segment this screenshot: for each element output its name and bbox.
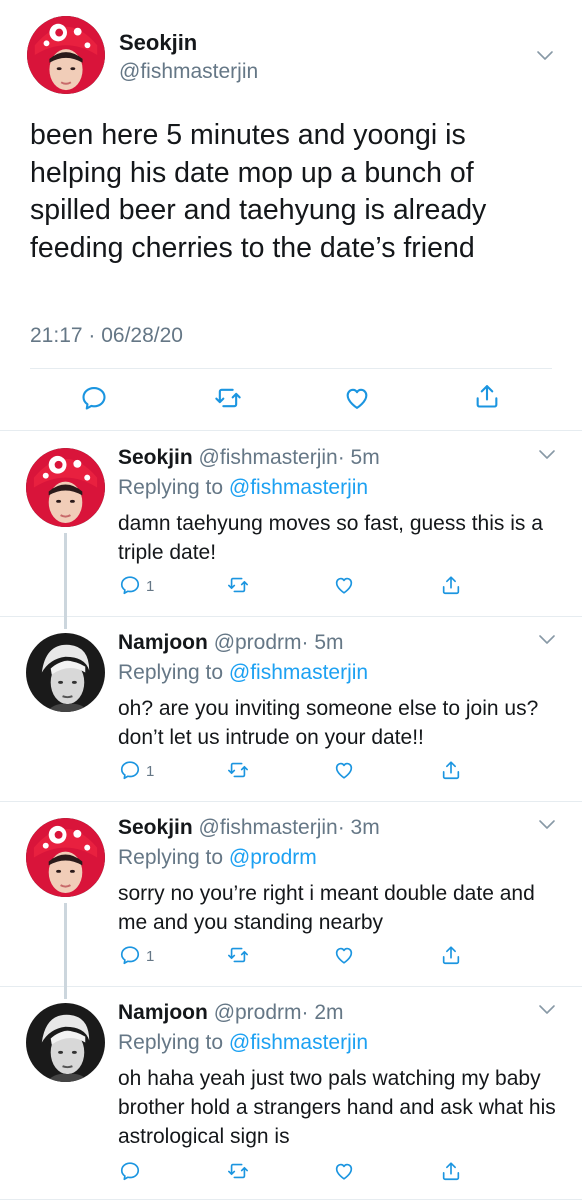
tweet-text: oh haha yeah just two pals watching my b… bbox=[118, 1067, 556, 1148]
avatar-grayscale-icon bbox=[26, 1003, 105, 1082]
display-name[interactable]: Seokjin bbox=[118, 446, 193, 469]
tweet-time: · 3m bbox=[337, 816, 380, 839]
avatar[interactable] bbox=[26, 448, 105, 527]
avatar-grayscale-icon bbox=[26, 633, 105, 712]
replying-to: Replying to @fishmasterjin bbox=[118, 476, 368, 500]
replying-to: Replying to @fishmasterjin bbox=[118, 1031, 368, 1055]
chevron-down-icon[interactable] bbox=[538, 634, 556, 646]
handle[interactable]: @fishmasterjin bbox=[119, 60, 258, 84]
share-icon[interactable] bbox=[440, 1160, 462, 1182]
like-icon[interactable] bbox=[333, 759, 355, 781]
avatar[interactable] bbox=[26, 1003, 105, 1082]
retweet-icon[interactable] bbox=[227, 944, 249, 966]
avatar[interactable] bbox=[27, 16, 105, 94]
tweet-time: · 5m bbox=[337, 446, 380, 469]
display-name[interactable]: Seokjin bbox=[118, 816, 193, 839]
avatar-red-hat-icon bbox=[26, 818, 105, 897]
replying-to-link[interactable]: @fishmasterjin bbox=[229, 1031, 368, 1054]
chevron-down-icon[interactable] bbox=[538, 1004, 556, 1016]
reply-tweet[interactable]: Namjoon @prodrm· 5m Replying to @fishmas… bbox=[0, 616, 582, 802]
replying-prefix: Replying to bbox=[118, 846, 224, 869]
retweet-icon[interactable] bbox=[227, 574, 249, 596]
tweet-text: oh? are you inviting someone else to joi… bbox=[118, 697, 539, 749]
chevron-down-icon[interactable] bbox=[538, 449, 556, 461]
replying-to-link[interactable]: @prodrm bbox=[229, 846, 317, 869]
tweet-time: · 5m bbox=[301, 631, 344, 654]
chevron-down-icon[interactable] bbox=[538, 819, 556, 831]
tweet-text: been here 5 minutes and yoongi is helpin… bbox=[30, 119, 487, 264]
thread-line bbox=[64, 533, 67, 629]
avatar-red-hat-icon bbox=[26, 448, 105, 527]
reply-tweet[interactable]: Seokjin @fishmasterjin· 3m Replying to @… bbox=[0, 801, 582, 999]
share-icon[interactable] bbox=[440, 759, 462, 781]
like-icon[interactable] bbox=[343, 384, 371, 412]
handle[interactable]: @prodrm bbox=[214, 1001, 302, 1024]
like-icon[interactable] bbox=[333, 574, 355, 596]
replying-prefix: Replying to bbox=[118, 476, 224, 499]
replying-to: Replying to @prodrm bbox=[118, 846, 317, 870]
reply-count: 1 bbox=[146, 948, 155, 965]
reply-icon[interactable] bbox=[119, 574, 141, 596]
avatar-red-hat-icon bbox=[27, 16, 105, 94]
handle[interactable]: @prodrm bbox=[214, 631, 302, 654]
display-name[interactable]: Seokjin bbox=[119, 30, 197, 56]
replying-to-link[interactable]: @fishmasterjin bbox=[229, 661, 368, 684]
avatar[interactable] bbox=[26, 633, 105, 712]
replying-to: Replying to @fishmasterjin bbox=[118, 661, 368, 685]
tweet-timestamp[interactable]: 21:17 · 06/28/20 bbox=[30, 324, 183, 348]
tweet-text: damn taehyung moves so fast, guess this … bbox=[118, 512, 543, 564]
reply-tweet[interactable]: Namjoon @prodrm· 2m Replying to @fishmas… bbox=[0, 986, 582, 1200]
tweet-time: · 2m bbox=[301, 1001, 344, 1024]
share-icon[interactable] bbox=[473, 382, 501, 410]
retweet-icon[interactable] bbox=[227, 1160, 249, 1182]
reply-tweet[interactable]: Seokjin @fishmasterjin· 5m Replying to @… bbox=[0, 431, 582, 629]
reply-count: 1 bbox=[146, 763, 155, 780]
handle[interactable]: @fishmasterjin bbox=[199, 446, 338, 469]
reply-icon[interactable] bbox=[119, 1160, 141, 1182]
like-icon[interactable] bbox=[333, 1160, 355, 1182]
reply-icon[interactable] bbox=[119, 944, 141, 966]
retweet-icon[interactable] bbox=[227, 759, 249, 781]
display-name[interactable]: Namjoon bbox=[118, 1001, 208, 1024]
display-name[interactable]: Namjoon bbox=[118, 631, 208, 654]
main-tweet: Seokjin @fishmasterjin been here 5 minut… bbox=[0, 0, 582, 431]
thread-line bbox=[64, 903, 67, 999]
chevron-down-icon[interactable] bbox=[536, 50, 554, 62]
tweet-text: sorry no you’re right i meant double dat… bbox=[118, 882, 535, 934]
share-icon[interactable] bbox=[440, 944, 462, 966]
replying-prefix: Replying to bbox=[118, 1031, 224, 1054]
handle[interactable]: @fishmasterjin bbox=[199, 816, 338, 839]
reply-icon[interactable] bbox=[80, 384, 108, 412]
divider bbox=[30, 368, 552, 369]
reply-count: 1 bbox=[146, 578, 155, 595]
avatar[interactable] bbox=[26, 818, 105, 897]
retweet-icon[interactable] bbox=[214, 384, 242, 412]
reply-icon[interactable] bbox=[119, 759, 141, 781]
share-icon[interactable] bbox=[440, 574, 462, 596]
like-icon[interactable] bbox=[333, 944, 355, 966]
replying-to-link[interactable]: @fishmasterjin bbox=[229, 476, 368, 499]
replying-prefix: Replying to bbox=[118, 661, 224, 684]
